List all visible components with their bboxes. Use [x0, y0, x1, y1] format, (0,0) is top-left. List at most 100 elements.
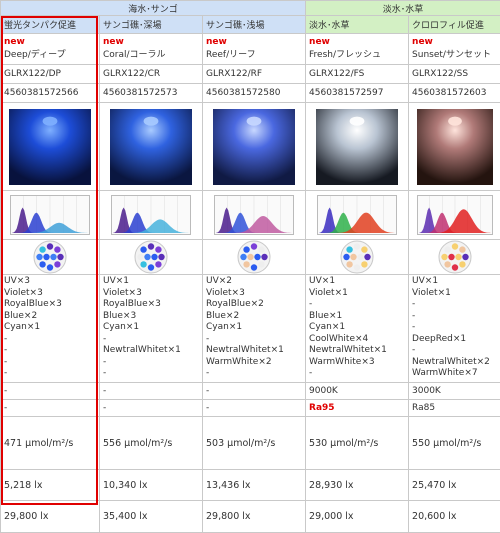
led-line: WarmWhite×7 — [412, 368, 497, 380]
led-line: - — [4, 368, 96, 380]
category-cell: 淡水･水草 — [306, 16, 409, 34]
product-name-row: newDeep/ディープ newCoral/コーラル newReef/リーフ n… — [1, 34, 500, 65]
product-name-cell: newReef/リーフ — [203, 34, 306, 65]
lamp-source — [247, 116, 262, 125]
led-line: UV×1 — [412, 276, 497, 288]
led-chip — [140, 261, 146, 267]
color-temp: 3000K — [409, 383, 500, 400]
jan-row: 4560381572566 4560381572573 456038157258… — [1, 84, 500, 103]
spectrum-graph — [10, 195, 90, 235]
product-name-cell: newFresh/フレッシュ — [306, 34, 409, 65]
spectrum-graph — [417, 195, 493, 235]
led-line: Violet×3 — [4, 288, 96, 300]
lamp-source — [144, 116, 159, 125]
lux-value: 29,000 lx — [306, 501, 409, 533]
spectrum-row — [1, 191, 500, 240]
led-chip — [254, 254, 260, 260]
ra-row: - - - Ra95 Ra85 — [1, 400, 500, 417]
led-chip — [148, 243, 154, 249]
led-line: NewtralWhitet×2 — [412, 357, 497, 369]
led-line: Cyan×1 — [103, 322, 199, 334]
led-chip — [451, 264, 457, 270]
led-chip — [243, 261, 249, 267]
light-photo-row — [1, 103, 500, 191]
led-line: - — [412, 299, 497, 311]
jan-code: 4560381572603 — [409, 84, 500, 103]
par-value: 530 μmol/m²/s — [306, 417, 409, 470]
light-photo-cell — [409, 103, 500, 191]
led-layout-cell — [306, 240, 409, 275]
led-chip — [54, 246, 60, 252]
jan-code: 4560381572597 — [306, 84, 409, 103]
led-layout-row — [1, 240, 500, 275]
led-chip — [140, 246, 146, 252]
led-line: RoyalBlue×2 — [206, 299, 302, 311]
light-photo-cell — [306, 103, 409, 191]
led-chip — [43, 254, 49, 260]
led-line: - — [412, 345, 497, 357]
model-code: GLRX122/CR — [100, 65, 203, 84]
led-chip — [448, 254, 454, 260]
led-chip — [451, 243, 457, 249]
led-chip — [444, 261, 450, 267]
led-line: - — [4, 345, 96, 357]
color-temp: - — [203, 383, 306, 400]
led-chip — [459, 246, 465, 252]
led-chip — [258, 261, 264, 267]
led-line: Violet×1 — [309, 288, 405, 300]
led-line: Blue×2 — [4, 311, 96, 323]
ra-value: - — [1, 400, 100, 417]
light-beam-photo — [316, 109, 398, 185]
lux-value: 10,340 lx — [100, 470, 203, 501]
led-chip — [361, 261, 367, 267]
led-line: Cyan×1 — [4, 322, 96, 334]
led-chip — [240, 254, 246, 260]
led-chip — [350, 254, 356, 260]
category-cell: サンゴ礁･浅場 — [203, 16, 306, 34]
led-line: - — [206, 368, 302, 380]
led-config-cell: UV×1Violet×1---DeepRed×1-NewtralWhitet×2… — [409, 275, 500, 383]
spectrum-cell — [409, 191, 500, 240]
led-line: - — [103, 334, 199, 346]
led-line: UV×3 — [4, 276, 96, 288]
led-line: - — [103, 357, 199, 369]
color-temp: - — [1, 383, 100, 400]
par-value: 503 μmol/m²/s — [203, 417, 306, 470]
led-layout-diagram — [237, 240, 271, 274]
led-chip — [261, 254, 267, 260]
jan-code: 4560381572580 — [203, 84, 306, 103]
led-chip — [47, 264, 53, 270]
led-layout-diagram — [134, 240, 168, 274]
product-name: Coral/コーラル — [103, 50, 166, 60]
led-chip — [36, 254, 42, 260]
led-config-cell: UV×1Violet×3RoyalBlue×3Blue×3Cyan×1-Newt… — [100, 275, 203, 383]
led-chip — [354, 243, 360, 249]
model-code: GLRX122/DP — [1, 65, 100, 84]
led-line: RoyalBlue×3 — [103, 299, 199, 311]
lamp-source — [448, 116, 462, 125]
product-name: Reef/リーフ — [206, 50, 256, 60]
led-config-cell: UV×3Violet×3RoyalBlue×3Blue×2Cyan×1---- — [1, 275, 100, 383]
led-chip — [39, 261, 45, 267]
led-line: DeepRed×1 — [412, 334, 497, 346]
new-badge: new — [309, 36, 405, 49]
led-line: Violet×1 — [412, 288, 497, 300]
led-chip — [144, 254, 150, 260]
led-layout-diagram — [340, 240, 374, 274]
category-cell: 蛍光タンパク促進 — [1, 16, 100, 34]
led-line: - — [412, 322, 497, 334]
lux-value: 29,800 lx — [203, 501, 306, 533]
category-row: 蛍光タンパク促進 サンゴ礁･深場 サンゴ礁･浅場 淡水･水草 クロロフィル促進 — [1, 16, 500, 34]
light-beam-photo — [110, 109, 192, 185]
led-chip — [243, 246, 249, 252]
new-badge: new — [412, 36, 497, 49]
led-chip — [50, 254, 56, 260]
spec-table: 海水･サンゴ 淡水･水草 蛍光タンパク促進 サンゴ礁･深場 サンゴ礁･浅場 淡水… — [0, 0, 500, 533]
color-temp: - — [100, 383, 203, 400]
led-chip — [54, 261, 60, 267]
group-marine: 海水･サンゴ — [1, 1, 306, 16]
ra-value: - — [100, 400, 203, 417]
led-line: - — [412, 311, 497, 323]
led-chip — [158, 254, 164, 260]
lamp-source — [43, 116, 58, 125]
